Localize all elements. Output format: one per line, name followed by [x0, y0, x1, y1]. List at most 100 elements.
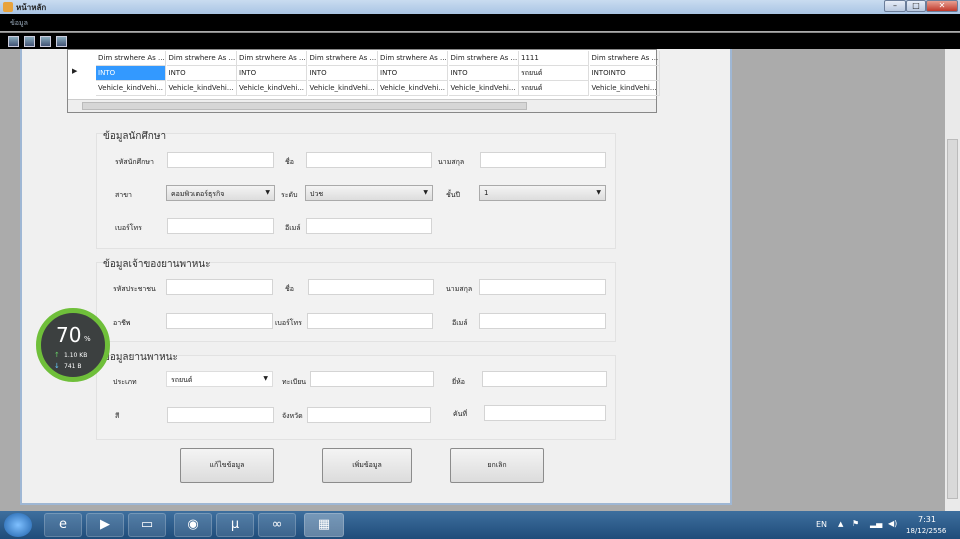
grid-cell[interactable]: INTOINTO — [589, 66, 660, 81]
vehicle-group — [96, 355, 616, 440]
edit-button[interactable]: แก้ไขข้อมูล — [180, 448, 274, 483]
network-signal-icon[interactable]: ▂▄ — [870, 519, 882, 528]
grid-cell[interactable]: INTO — [96, 66, 166, 81]
citizen-id-input[interactable] — [166, 279, 273, 295]
grid-cell[interactable]: Dim strwhere As ... — [166, 51, 237, 66]
grid-cell[interactable]: Dim strwhere As ... — [378, 51, 448, 66]
volume-icon[interactable]: ◀) — [888, 519, 897, 528]
show-hidden-icons[interactable]: ▲ — [838, 520, 843, 528]
grid-cell[interactable]: Vehicle_kindVehi... — [96, 81, 166, 96]
owner-phone-input[interactable] — [307, 313, 433, 329]
maximize-button[interactable]: □ — [906, 0, 926, 12]
color-input[interactable] — [167, 407, 274, 423]
cancel-button[interactable]: ยกเลิก — [450, 448, 544, 483]
grid-cell[interactable]: Dim strwhere As ... — [237, 51, 307, 66]
winforms-app-icon[interactable]: ▦ — [304, 513, 344, 537]
grid-cell[interactable]: Dim strwhere As ... — [307, 51, 378, 66]
owner-email-label: อีเมล์ — [452, 319, 468, 327]
number-label: คันที่ — [453, 410, 468, 418]
app-icon — [3, 2, 13, 12]
plate-input[interactable] — [310, 371, 434, 387]
scroll-thumb[interactable] — [82, 102, 527, 110]
scroll-thumb[interactable] — [947, 139, 958, 499]
grid-cell[interactable]: INTO — [166, 66, 237, 81]
minimize-button[interactable]: – — [884, 0, 906, 12]
vertical-scrollbar[interactable] — [945, 49, 960, 511]
year-value: 1 — [484, 189, 489, 197]
action-center-flag-icon[interactable]: ⚑ — [852, 519, 859, 528]
grid-cell[interactable]: INTO — [307, 66, 378, 81]
add-button[interactable]: เพิ่มข้อมูล — [322, 448, 412, 483]
clock-date[interactable]: 18/12/2556 — [906, 527, 946, 535]
student-name-label: ชื่อ — [285, 158, 294, 166]
grid-cell[interactable]: รถยนต์ — [519, 81, 589, 96]
owner-surname-input[interactable] — [479, 279, 606, 295]
language-indicator[interactable]: EN — [816, 520, 827, 529]
close-button[interactable]: ✕ — [926, 0, 958, 12]
branch-label: สาขา — [115, 191, 132, 199]
grid-cell[interactable]: INTO — [237, 66, 307, 81]
start-button[interactable] — [4, 513, 32, 537]
type-value: รถยนต์ — [171, 376, 193, 384]
horizontal-scrollbar[interactable] — [68, 99, 656, 112]
brand-input[interactable] — [482, 371, 607, 387]
grid-cell[interactable]: INTO — [378, 66, 448, 81]
title-bar: หน้าหลัก – □ ✕ — [0, 0, 960, 14]
grid-cell[interactable]: 1111 — [519, 51, 589, 66]
student-phone-label: เบอร์โทร — [115, 224, 142, 232]
download-speed: 741 B — [64, 363, 82, 370]
data-grid[interactable]: Dim strwhere As ... Dim strwhere As ... Di… — [67, 49, 660, 113]
network-gauge-widget: 70 % ↑ 1.10 KB ↓ 741 B — [36, 308, 110, 382]
image-icon[interactable] — [8, 36, 19, 47]
year-select[interactable]: 1 ▼ — [479, 185, 606, 201]
visual-studio-icon[interactable]: ∞ — [258, 513, 296, 537]
number-input[interactable] — [484, 405, 606, 421]
grid-cell[interactable]: Vehicle_kindVehi... — [589, 81, 660, 96]
grid-cell[interactable]: Dim strwhere As ... — [589, 51, 660, 66]
ie-icon[interactable]: e — [44, 513, 82, 537]
grid-cell[interactable]: Vehicle_kindVehi... — [378, 81, 448, 96]
grid-cell[interactable]: Vehicle_kindVehi... — [307, 81, 378, 96]
branch-value: คอมพิวเตอร์ธุรกิจ — [171, 190, 225, 198]
row-indicator-icon: ▶ — [72, 67, 78, 75]
type-select[interactable]: รถยนต์ ▼ — [166, 371, 273, 387]
grid-cell[interactable]: รถยนต์ — [519, 66, 589, 81]
upload-arrow-icon: ↑ — [54, 351, 60, 359]
image-icon[interactable] — [56, 36, 67, 47]
taskbar: e ▶ ▭ ◉ µ ∞ ▦ EN ▲ ⚑ ▂▄ ◀) 7:31 18/12/25… — [0, 511, 960, 539]
grid-cell[interactable]: Dim strwhere As ... — [96, 51, 166, 66]
grid-cell[interactable]: Vehicle_kindVehi... — [166, 81, 237, 96]
province-input[interactable] — [307, 407, 431, 423]
chevron-down-icon: ▼ — [265, 189, 270, 196]
student-surname-input[interactable] — [480, 152, 606, 168]
branch-select[interactable]: คอมพิวเตอร์ธุรกิจ ▼ — [166, 185, 275, 201]
chrome-icon[interactable]: ◉ — [174, 513, 212, 537]
chevron-down-icon: ▼ — [596, 189, 601, 196]
student-name-input[interactable] — [306, 152, 432, 168]
student-id-input[interactable] — [167, 152, 274, 168]
media-player-icon[interactable]: ▶ — [86, 513, 124, 537]
explorer-folder-icon[interactable]: ▭ — [128, 513, 166, 537]
student-phone-input[interactable] — [167, 218, 274, 234]
level-label: ระดับ — [281, 191, 298, 199]
grid-cell[interactable]: Dim strwhere As ... — [448, 51, 519, 66]
image-icon[interactable] — [40, 36, 51, 47]
chevron-down-icon: ▼ — [423, 189, 428, 196]
grid-cell[interactable]: Vehicle_kindVehi... — [237, 81, 307, 96]
image-icon[interactable] — [24, 36, 35, 47]
grid-cell[interactable]: INTO — [448, 66, 519, 81]
citizen-id-label: รหัสประชาชน — [113, 285, 156, 293]
level-value: ปวช — [310, 190, 324, 198]
owner-name-input[interactable] — [308, 279, 434, 295]
gauge-unit: % — [84, 335, 91, 343]
grid-cell[interactable]: Vehicle_kindVehi... — [448, 81, 519, 96]
job-input[interactable] — [166, 313, 273, 329]
type-label: ประเภท — [113, 378, 137, 386]
owner-email-input[interactable] — [479, 313, 606, 329]
utorrent-icon[interactable]: µ — [216, 513, 254, 537]
level-select[interactable]: ปวช ▼ — [305, 185, 433, 201]
clock-time[interactable]: 7:31 — [918, 515, 936, 524]
window-title: หน้าหลัก — [16, 3, 47, 12]
menu-item-data[interactable]: ข้อมูล — [10, 18, 28, 29]
student-email-input[interactable] — [306, 218, 432, 234]
